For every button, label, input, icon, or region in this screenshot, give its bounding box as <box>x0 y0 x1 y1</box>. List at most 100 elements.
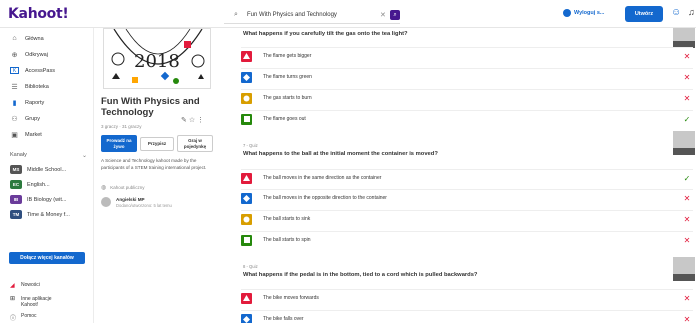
sidebar-item-market[interactable]: ▣ Market <box>10 131 42 140</box>
answer-text: The bike moves forwards <box>263 295 319 301</box>
sidebar-item-accesspass[interactable]: K AccessPass <box>10 67 55 74</box>
sidebar-item-label: AccessPass <box>25 67 55 74</box>
logout-label: Wyloguj s... <box>574 10 605 16</box>
question-label: 8 - Quiz <box>243 264 258 269</box>
footer-label: Inne aplikacje Kahoot! <box>20 296 52 308</box>
author-info[interactable]: Angielski MP Dodano/utworzono: 5 lat tem… <box>101 197 172 208</box>
answer-text: The flame goes out <box>263 116 306 122</box>
channel-item[interactable]: MS Middle School... <box>10 165 66 174</box>
square-icon <box>241 234 252 246</box>
channel-item[interactable]: TM Time & Money f... <box>10 210 70 219</box>
answer-row: The flame turns green ✕ <box>241 68 693 85</box>
sidebar-footer-news[interactable]: ◢ Nowości <box>10 282 40 289</box>
answer-row: The ball moves in the opposite direction… <box>241 189 693 206</box>
kahoot-logo[interactable]: Kahoot! <box>8 6 69 22</box>
channel-badge: IB <box>10 195 22 204</box>
circle-icon <box>241 92 252 104</box>
incorrect-icon: ✕ <box>683 293 691 303</box>
answer-text: The ball starts to spin <box>263 237 311 243</box>
triangle-icon <box>241 172 252 184</box>
question-text: What happens to the ball at the initial … <box>243 151 438 157</box>
chevron-down-icon[interactable]: ⌄ <box>82 152 87 159</box>
answer-text: The flame gets bigger <box>263 53 312 59</box>
library-icon: ☰ <box>11 84 18 91</box>
search-input[interactable]: Fun With Physics and Technology <box>244 12 380 18</box>
square-icon <box>241 113 252 125</box>
groups-icon: ⚇ <box>11 116 18 123</box>
channels-heading: Kanały <box>10 152 27 158</box>
channel-item[interactable]: EC English... <box>10 180 50 189</box>
logout-button[interactable]: Wyloguj s... <box>563 9 604 17</box>
edit-icon[interactable]: ✎ <box>181 117 189 124</box>
answer-text: The ball moves in the opposite direction… <box>263 195 387 201</box>
incorrect-icon: ✕ <box>683 235 691 245</box>
apps-icon: ⊞ <box>10 296 16 302</box>
diamond-icon <box>241 313 252 323</box>
join-more-channels-button[interactable]: Dołącz więcej kanałów <box>9 252 85 264</box>
triangle-icon <box>241 50 252 62</box>
answer-text: The ball moves in the same direction as … <box>263 175 382 181</box>
incorrect-icon: ✕ <box>683 214 691 224</box>
sidebar-item-label: Raporty <box>25 99 45 106</box>
diamond-icon <box>241 192 252 204</box>
more-options-icon[interactable]: ⋮ <box>197 117 206 124</box>
notifications-icon[interactable]: ♫ <box>688 7 695 17</box>
search-bar[interactable]: ⌕ Fun With Physics and Technology ✕ ⌕ <box>224 6 400 24</box>
accesspass-icon: K <box>10 67 19 74</box>
sidebar-footer-help[interactable]: ⓘ Pomoc <box>10 313 37 322</box>
answer-row: The bike moves forwards ✕ <box>241 289 693 306</box>
assign-button[interactable]: Przypisz <box>140 137 174 151</box>
kahoot-detail-panel: 2018 Fun With Physics and Technology ✎☆⋮… <box>95 28 215 323</box>
sidebar-item-label: Market <box>25 131 42 138</box>
sidebar-item-groups[interactable]: ⚇ Grupy <box>10 115 40 124</box>
channel-label: IB Biology (wit... <box>27 196 67 203</box>
channel-label: Middle School... <box>27 166 67 173</box>
question-thumbnail <box>673 257 695 281</box>
clear-search-icon[interactable]: ✕ <box>380 11 390 19</box>
footer-label: Pomoc <box>21 313 37 319</box>
reports-icon: ▮ <box>12 100 17 107</box>
sidebar-item-discover[interactable]: ⊕ Odkrywaj <box>10 51 48 60</box>
sidebar-item-reports[interactable]: ▮ Raporty <box>10 99 45 108</box>
compass-icon: ⊕ <box>11 52 18 59</box>
correct-icon: ✓ <box>683 173 691 183</box>
sidebar-item-label: Grupy <box>25 115 40 122</box>
channel-label: Time & Money f... <box>27 211 70 218</box>
visibility-label: Kahoot publiczny <box>110 185 145 190</box>
question-label: 7 - Quiz <box>243 143 258 148</box>
cover-year: 2018 <box>134 51 180 72</box>
answer-row: The flame goes out ✓ <box>241 110 693 127</box>
channel-badge: TM <box>10 210 22 219</box>
channel-badge: MS <box>10 165 22 174</box>
play-solo-button[interactable]: Graj w pojedynkę <box>177 135 213 152</box>
incorrect-icon: ✕ <box>683 193 691 203</box>
question-text: What happens if you carefully tilt the g… <box>243 31 408 37</box>
question-thumbnail <box>673 131 695 155</box>
sidebar-item-library[interactable]: ☰ Biblioteka <box>10 83 49 92</box>
answer-text: The gas starts to burn <box>263 95 312 101</box>
circle-icon <box>241 213 252 225</box>
answer-text: The flame turns green <box>263 74 312 80</box>
star-icon[interactable]: ☆ <box>189 117 197 124</box>
host-live-button[interactable]: Prowadź na żywo <box>101 135 137 152</box>
answer-row: The ball starts to sink ✕ <box>241 210 693 227</box>
create-button[interactable]: Utwórz <box>625 6 663 22</box>
profile-icon[interactable]: ☺ <box>671 7 683 19</box>
incorrect-icon: ✕ <box>683 93 691 103</box>
question-text: What happens if the pedal is in the bott… <box>243 272 478 278</box>
answer-row: The flame gets bigger ✕ <box>241 47 693 64</box>
answer-text: The ball starts to sink <box>263 216 311 222</box>
channel-item[interactable]: IB IB Biology (wit... <box>10 195 66 204</box>
incorrect-icon: ✕ <box>683 72 691 82</box>
question-thumbnail <box>673 28 695 48</box>
sidebar: ⌂ Główna ⊕ Odkrywaj K AccessPass ☰ Bibliotek… <box>0 28 94 323</box>
diamond-icon <box>241 71 252 83</box>
answer-row: The bike falls over ✕ <box>241 310 693 323</box>
search-submit-icon[interactable]: ⌕ <box>390 9 400 20</box>
sidebar-item-home[interactable]: ⌂ Główna <box>10 35 44 42</box>
sidebar-item-label: Główna <box>25 35 44 42</box>
incorrect-icon: ✕ <box>683 51 691 61</box>
megaphone-icon: ◢ <box>10 283 15 289</box>
sidebar-footer-apps[interactable]: ⊞ Inne aplikacje Kahoot! <box>10 296 70 308</box>
triangle-icon <box>241 292 252 304</box>
